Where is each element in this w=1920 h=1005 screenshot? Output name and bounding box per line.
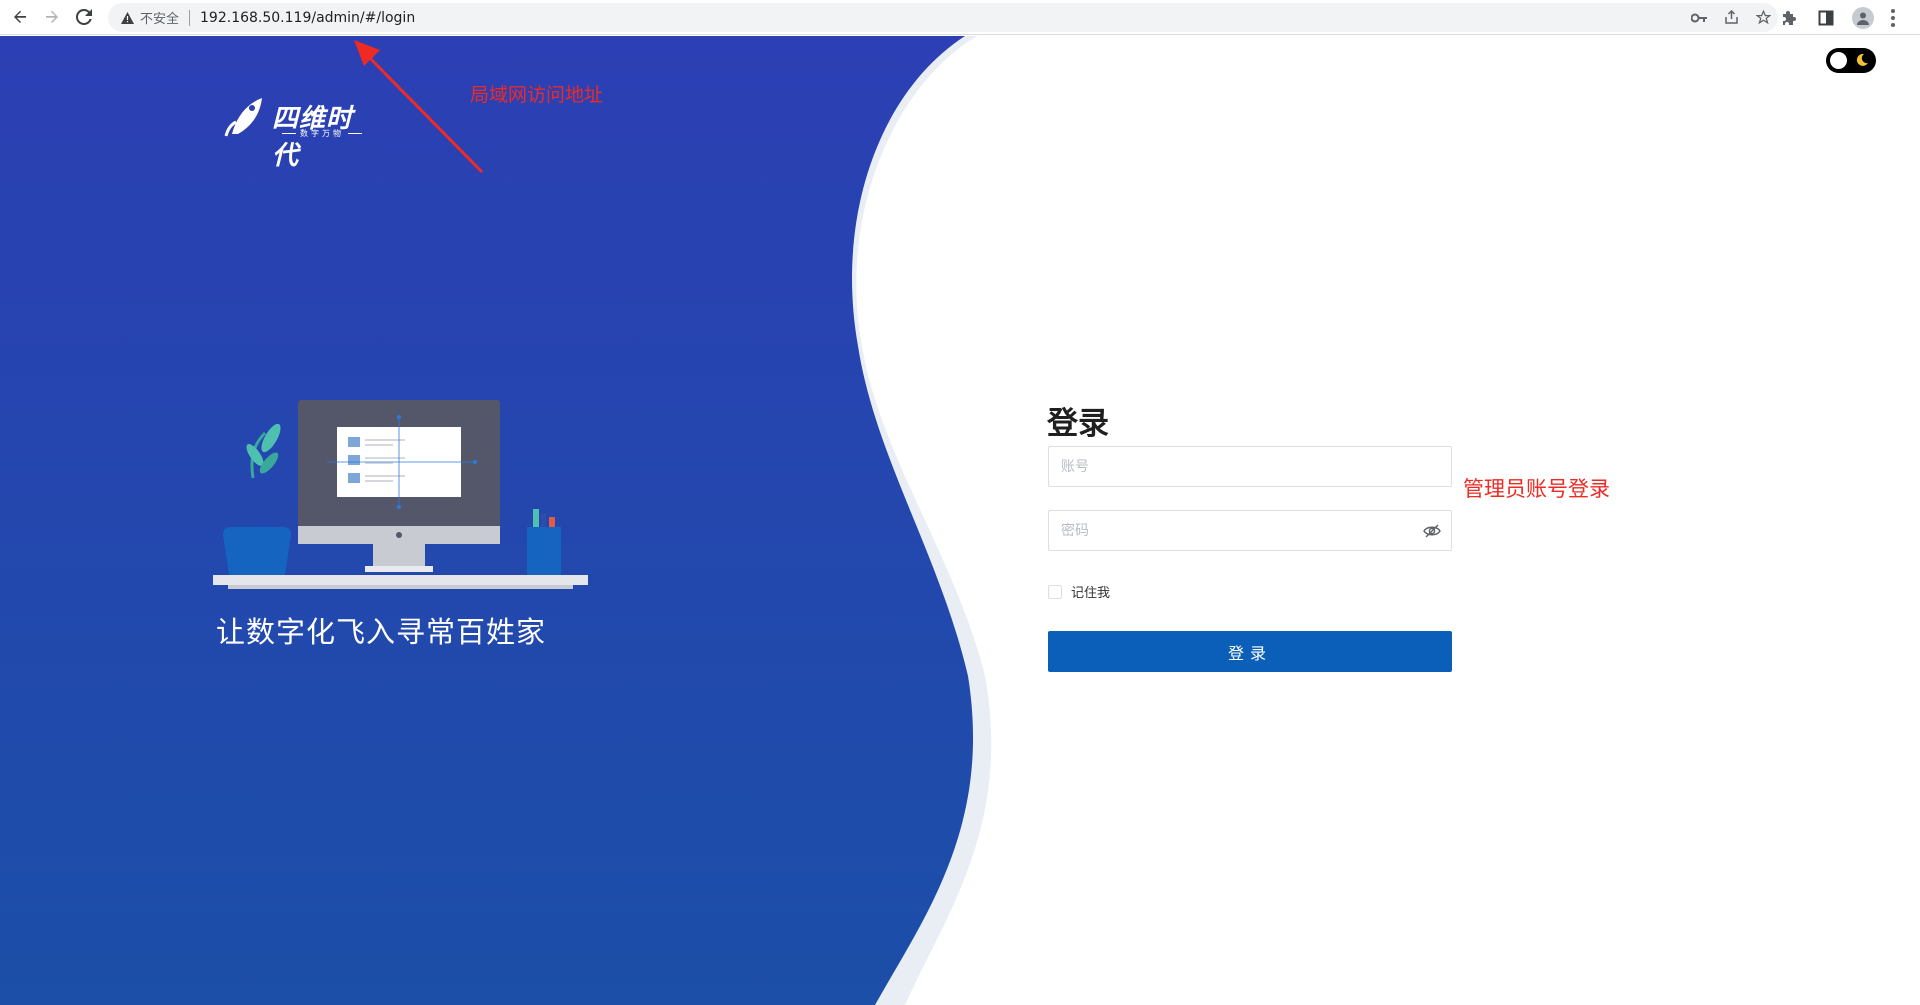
browser-toolbar: 不安全 192.168.50.119/admin/#/login: [0, 0, 1920, 35]
login-page: 四维时代 数字万物 局域网访问地址 让数字化飞入寻常百姓家 登录 账号 管理员账…: [0, 36, 1920, 1005]
moon-icon: [1856, 53, 1868, 66]
avatar-icon[interactable]: [1852, 6, 1874, 29]
address-bar[interactable]: 不安全 192.168.50.119/admin/#/login: [108, 3, 1778, 32]
star-icon[interactable]: [1754, 9, 1772, 27]
desk-edge: [228, 585, 573, 589]
arrow-right-icon: [46, 10, 58, 23]
desk-surface: [213, 575, 588, 585]
slogan: 让数字化飞入寻常百姓家: [216, 615, 547, 649]
toggle-knob: [1830, 52, 1847, 69]
share-icon[interactable]: [1722, 9, 1740, 27]
url-text[interactable]: 192.168.50.119/admin/#/login: [200, 10, 415, 26]
warning-triangle-icon: [120, 11, 134, 25]
side-panel-icon[interactable]: [1816, 8, 1836, 28]
back-button[interactable]: [8, 5, 32, 29]
pencil-cup-icon: [527, 509, 561, 575]
annotation-admin-note: 管理员账号登录: [1463, 477, 1610, 501]
login-title: 登录: [1047, 406, 1109, 442]
password-field[interactable]: [1048, 510, 1452, 551]
desk-computer-illustration: [213, 400, 588, 589]
kebab-menu-icon[interactable]: [1890, 8, 1896, 27]
key-icon[interactable]: [1690, 9, 1708, 27]
remember-me-label[interactable]: 记住我: [1071, 582, 1110, 601]
forward-button[interactable]: [40, 5, 64, 29]
remember-me-row[interactable]: 记住我: [1048, 582, 1110, 601]
reload-button[interactable]: [72, 5, 96, 29]
reload-icon: [76, 9, 92, 25]
theme-toggle[interactable]: [1826, 48, 1876, 73]
remember-me-checkbox[interactable]: [1048, 584, 1062, 599]
monitor-icon: [298, 400, 500, 572]
account-input[interactable]: [1049, 447, 1451, 486]
eye-off-icon[interactable]: [1423, 523, 1441, 539]
password-input[interactable]: [1049, 511, 1451, 550]
account-field[interactable]: [1048, 446, 1452, 487]
annotation-url-note: 局域网访问地址: [470, 84, 604, 106]
address-separator: [189, 9, 191, 26]
login-button[interactable]: 登录: [1048, 631, 1452, 672]
rocket-logo-icon: [224, 98, 262, 137]
security-label[interactable]: 不安全: [140, 8, 179, 27]
arrow-left-icon: [14, 10, 26, 23]
plant-icon: [223, 423, 291, 575]
puzzle-icon[interactable]: [1780, 8, 1800, 28]
